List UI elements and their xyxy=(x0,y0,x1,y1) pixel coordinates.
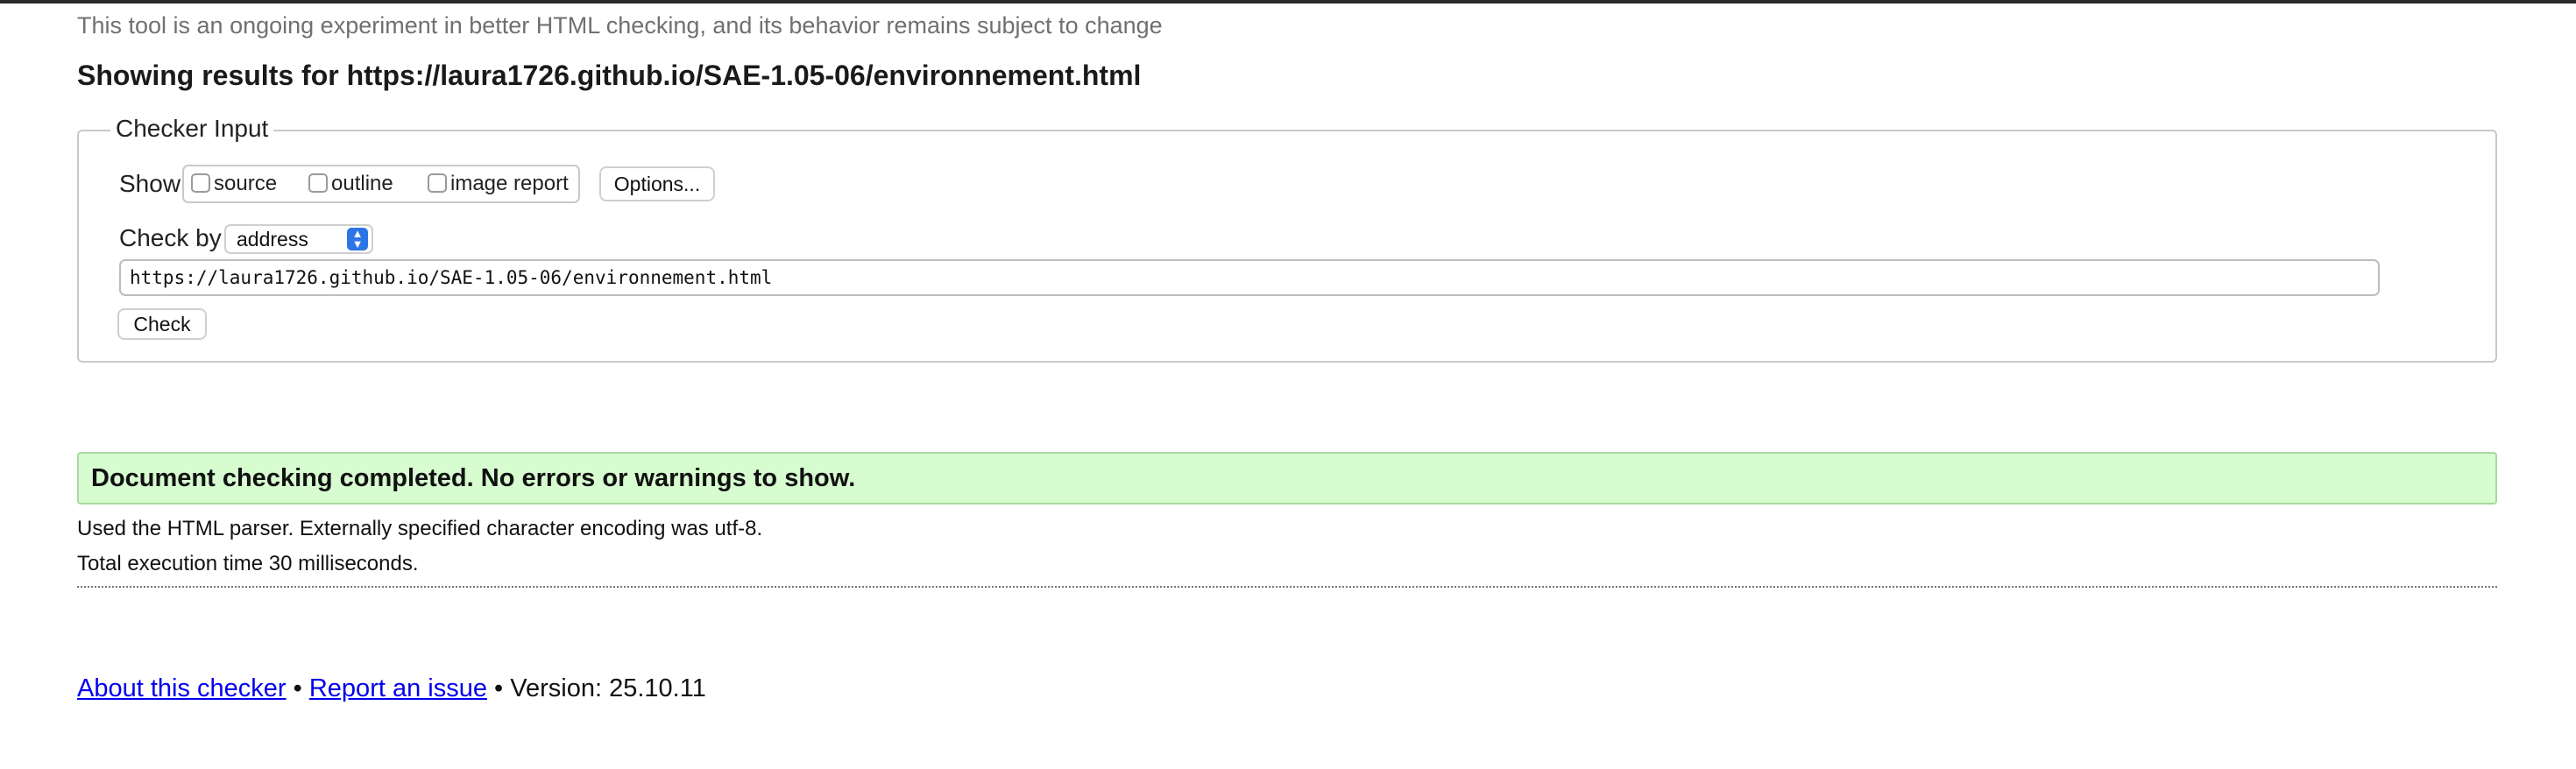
outline-checkbox[interactable] xyxy=(308,173,328,193)
top-border xyxy=(0,0,2576,4)
source-checkbox[interactable] xyxy=(191,173,210,193)
page-title: Showing results for https://laura1726.gi… xyxy=(77,60,1141,92)
footer-separator: • xyxy=(293,674,302,702)
check-button[interactable]: Check xyxy=(117,308,207,340)
url-input[interactable]: https://laura1726.github.io/SAE-1.05-06/… xyxy=(119,259,2380,296)
dotted-divider xyxy=(77,586,2497,588)
check-by-label: Check by xyxy=(119,224,222,251)
parser-info: Used the HTML parser. Externally specifi… xyxy=(77,517,763,540)
options-button[interactable]: Options... xyxy=(599,166,715,201)
select-chevron-icon[interactable]: ▲ ▼ xyxy=(347,228,368,250)
execution-time: Total execution time 30 milliseconds. xyxy=(77,552,419,575)
page-title-url: https://laura1726.github.io/SAE-1.05-06/… xyxy=(346,60,1142,91)
footer-separator: • xyxy=(494,674,504,702)
outline-checkbox-label[interactable]: outline xyxy=(331,172,393,196)
footer: About this checker • Report an issue • V… xyxy=(77,674,706,703)
check-by-selected-value[interactable]: address xyxy=(237,228,308,251)
show-label: Show xyxy=(119,170,181,197)
image-report-checkbox-label[interactable]: image report xyxy=(450,172,569,196)
report-issue-link[interactable]: Report an issue xyxy=(309,674,487,702)
success-message: Document checking completed. No errors o… xyxy=(77,452,2497,504)
page-title-prefix: Showing results for xyxy=(77,60,339,91)
source-checkbox-label[interactable]: source xyxy=(214,172,277,196)
image-report-checkbox[interactable] xyxy=(428,173,447,193)
version-text: Version: 25.10.11 xyxy=(510,674,706,702)
checker-input-legend: Checker Input xyxy=(110,115,274,143)
about-checker-link[interactable]: About this checker xyxy=(77,674,287,702)
experiment-notice: This tool is an ongoing experiment in be… xyxy=(77,12,1163,39)
